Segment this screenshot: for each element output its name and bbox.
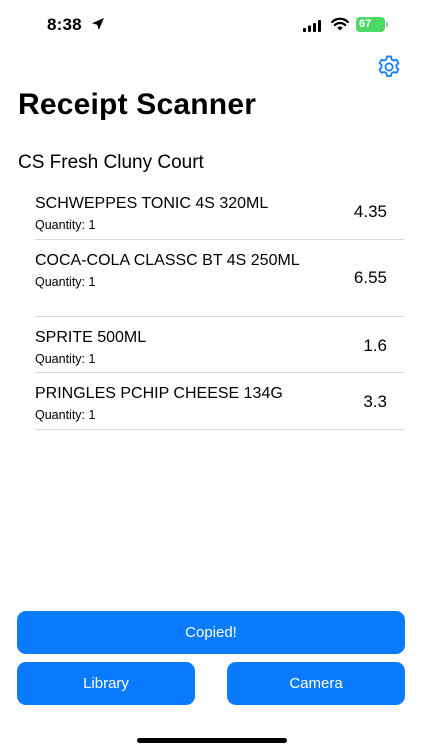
receipt-item-list: SCHWEPPES TONIC 4S 320ML Quantity: 1 4.3… (35, 184, 404, 430)
store-name: CS Fresh Cluny Court (18, 152, 204, 173)
item-name: COCA-COLA CLASSC BT 4S 250ML (35, 252, 300, 269)
location-arrow-icon (92, 18, 104, 30)
item-quantity: Quantity: 1 (35, 352, 96, 366)
camera-button[interactable]: Camera (227, 662, 405, 705)
battery-charging-icon: 67 (356, 17, 389, 32)
list-item: PRINGLES PCHIP CHEESE 134G Quantity: 1 3… (35, 373, 404, 430)
gear-icon[interactable] (376, 54, 402, 80)
wifi-icon (331, 17, 349, 31)
list-item: SPRITE 500ML Quantity: 1 1.6 (35, 317, 404, 373)
item-name: PRINGLES PCHIP CHEESE 134G (35, 385, 283, 402)
status-bar: 8:38 67 (0, 0, 422, 52)
item-price: 3.3 (363, 392, 387, 411)
page-title: Receipt Scanner (18, 88, 257, 121)
copy-button[interactable]: Copied! (17, 611, 405, 654)
list-item: COCA-COLA CLASSC BT 4S 250ML Quantity: 1… (35, 240, 404, 317)
battery-cap (386, 22, 388, 27)
signal-icon (303, 20, 321, 32)
home-indicator (137, 738, 287, 743)
item-name: SPRITE 500ML (35, 329, 147, 346)
item-price: 4.35 (353, 202, 387, 221)
item-quantity: Quantity: 1 (35, 218, 96, 232)
library-button[interactable]: Library (17, 662, 195, 705)
item-quantity: Quantity: 1 (35, 275, 96, 289)
battery-body: 67 (356, 17, 385, 32)
item-name: SCHWEPPES TONIC 4S 320ML (35, 195, 269, 212)
item-price: 1.6 (363, 336, 387, 355)
battery-level: 67 (359, 18, 372, 30)
list-item: SCHWEPPES TONIC 4S 320ML Quantity: 1 4.3… (35, 184, 404, 240)
item-price: 6.55 (353, 268, 387, 287)
status-time: 8:38 (47, 15, 82, 34)
item-quantity: Quantity: 1 (35, 408, 96, 422)
